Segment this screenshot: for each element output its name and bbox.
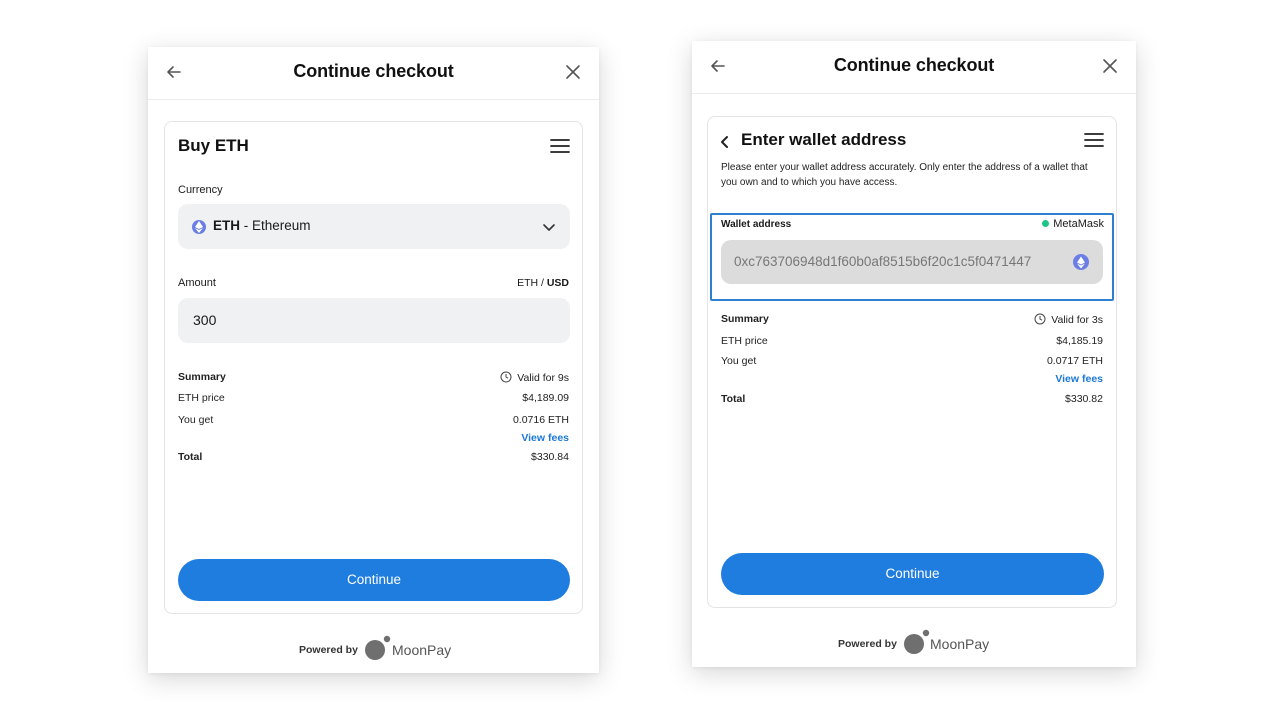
wallet-address-label: Wallet address <box>721 219 792 230</box>
checkout-panel-left: Continue checkout Buy ETH Currency ETH -… <box>148 47 599 673</box>
amount-label: Amount <box>178 277 216 289</box>
continue-button[interactable]: Continue <box>178 559 570 601</box>
amount-value: 300 <box>193 312 217 328</box>
wallet-address-value: 0xc763706948d1f60b0af8515b6f20c1c5f04714… <box>734 254 1032 269</box>
clock-icon <box>1034 313 1046 325</box>
metamask-label: MetaMask <box>1053 218 1104 230</box>
summary-label: Summary <box>721 313 769 325</box>
valid-text: Valid for 9s <box>517 372 569 384</box>
total-value: $330.82 <box>1065 393 1103 405</box>
eth-price-label: ETH price <box>178 392 225 404</box>
checkout-panel-right: Continue checkout Enter wallet address P… <box>692 41 1136 667</box>
eth-icon <box>192 220 206 234</box>
powered-by-label: Powered by <box>299 644 358 656</box>
buy-card: Buy ETH Currency ETH - Ethereum Amount E… <box>164 121 583 614</box>
wallet-card: Enter wallet address Please enter your w… <box>707 116 1117 608</box>
wallet-description: Please enter your wallet address accurat… <box>721 162 1088 188</box>
total-value: $330.84 <box>531 451 569 463</box>
chevron-left-icon[interactable] <box>718 135 732 149</box>
moonpay-logo-icon <box>904 629 930 654</box>
clock-icon <box>500 371 512 383</box>
panel-title: Continue checkout <box>833 55 995 75</box>
valid-text: Valid for 3s <box>1051 314 1103 326</box>
moonpay-brand: MoonPay <box>930 636 990 652</box>
you-get-label: You get <box>178 414 214 426</box>
you-get-value: 0.0717 ETH <box>1046 355 1103 367</box>
continue-button[interactable]: Continue <box>721 553 1104 595</box>
powered-by-label: Powered by <box>838 638 897 650</box>
wallet-address-input[interactable]: 0xc763706948d1f60b0af8515b6f20c1c5f04714… <box>721 240 1103 284</box>
unit-toggle[interactable]: ETH / USD <box>517 277 569 289</box>
currency-name: Ethereum <box>252 218 311 233</box>
wallet-address-group: Wallet address MetaMask 0xc763706948d1f6… <box>710 213 1114 301</box>
eth-price-value: $4,189.09 <box>522 392 569 404</box>
close-icon[interactable] <box>1100 56 1120 76</box>
eth-icon <box>1073 254 1089 270</box>
you-get-label: You get <box>721 355 757 367</box>
panel-title: Continue checkout <box>293 61 454 81</box>
menu-icon[interactable] <box>1084 132 1104 148</box>
unit-separator: / <box>538 277 547 289</box>
eth-price-value: $4,185.19 <box>1056 335 1103 347</box>
valid-timer: Valid for 9s <box>500 371 569 384</box>
summary-label: Summary <box>178 371 226 383</box>
metamask-indicator: MetaMask <box>1042 218 1104 230</box>
eth-price-label: ETH price <box>721 335 768 347</box>
close-icon[interactable] <box>563 62 583 82</box>
currency-separator: - <box>240 218 252 233</box>
moonpay-brand: MoonPay <box>392 642 452 658</box>
amount-input[interactable]: 300 <box>178 298 570 343</box>
moonpay-logo-icon <box>365 635 391 660</box>
you-get-value: 0.0716 ETH <box>512 414 569 426</box>
total-label: Total <box>721 393 746 405</box>
currency-select[interactable]: ETH - Ethereum <box>178 204 570 249</box>
status-dot <box>1042 220 1050 227</box>
card-title: Buy ETH <box>178 136 249 155</box>
menu-icon[interactable] <box>550 138 570 154</box>
chevron-down-icon[interactable] <box>542 220 556 234</box>
view-fees-link[interactable]: View fees <box>521 432 569 444</box>
unit-eth[interactable]: ETH <box>517 277 538 289</box>
panel-header: Continue checkout <box>692 41 1136 94</box>
currency-symbol: ETH <box>213 218 240 233</box>
card-title: Enter wallet address <box>741 130 907 149</box>
valid-timer: Valid for 3s <box>1034 313 1103 326</box>
currency-label: Currency <box>178 184 223 196</box>
view-fees-link[interactable]: View fees <box>1055 373 1103 385</box>
panel-header: Continue checkout <box>148 47 599 100</box>
total-label: Total <box>178 451 203 463</box>
unit-usd[interactable]: USD <box>547 277 569 289</box>
